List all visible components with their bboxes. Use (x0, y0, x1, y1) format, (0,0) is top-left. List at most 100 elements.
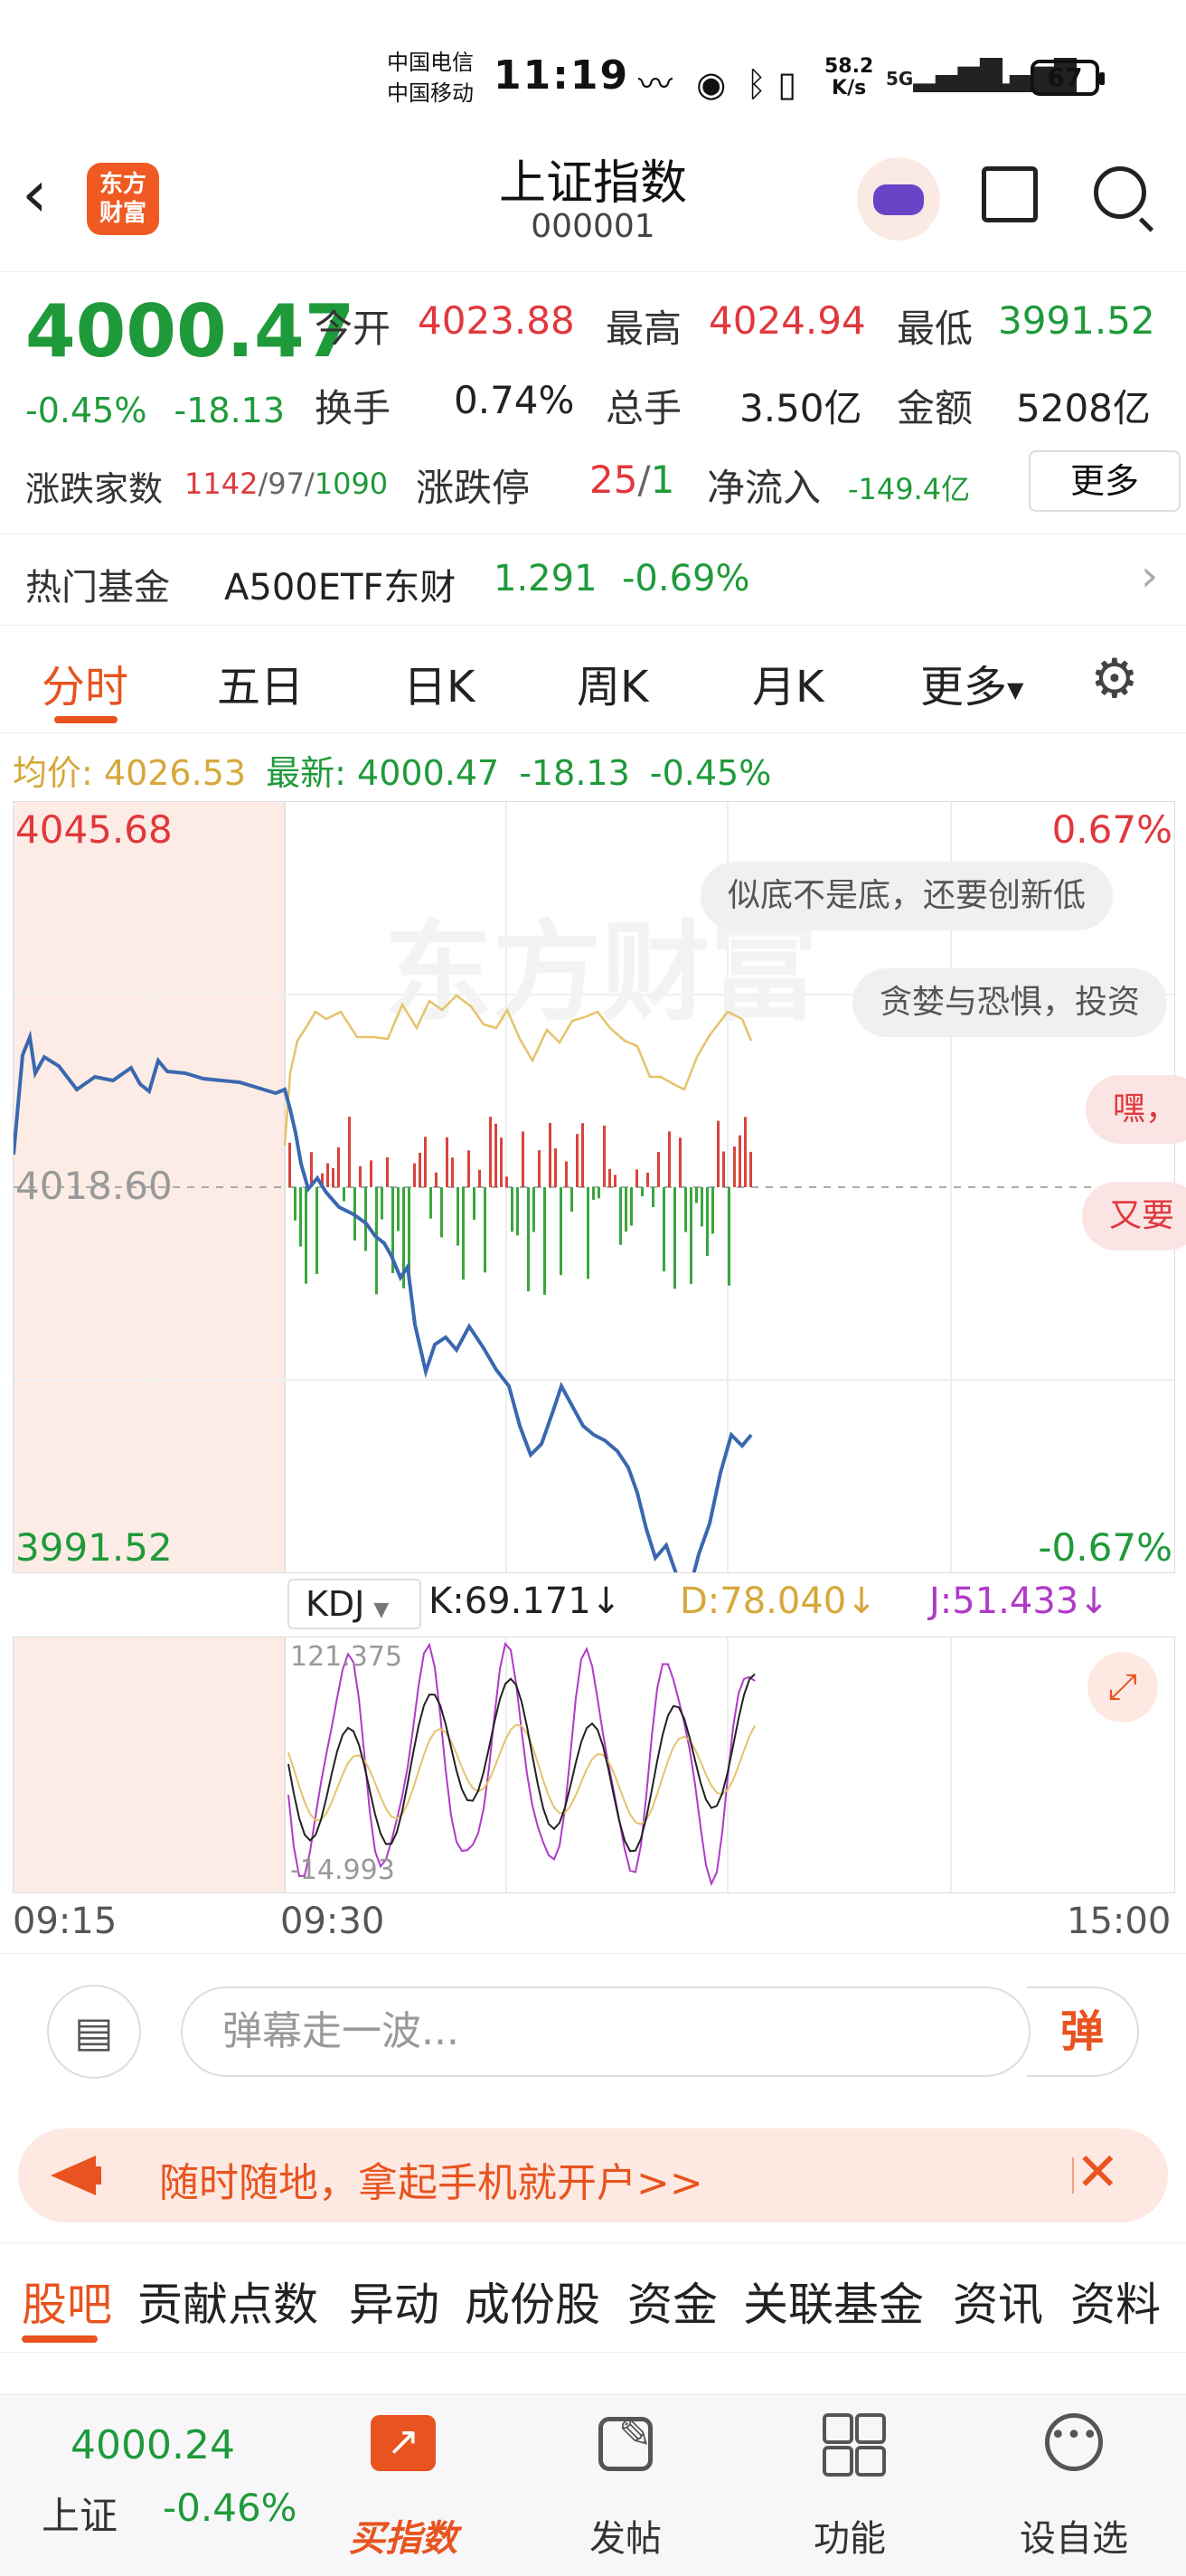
latest-value: 4000.47 (357, 753, 500, 793)
volume-bar (733, 1146, 736, 1187)
volume-bar (739, 1135, 741, 1187)
network-type-1: 5G (886, 68, 914, 90)
volume-bar (635, 1169, 638, 1187)
kdj-d-line (287, 1723, 756, 1826)
volume-bar (294, 1187, 296, 1221)
volume-bar (467, 1150, 470, 1187)
tab-anomaly[interactable]: 异动 (349, 2269, 439, 2334)
ai-assistant-icon[interactable] (857, 157, 940, 241)
advance-count: 1142 (184, 467, 259, 501)
volume-bar (462, 1187, 465, 1280)
volume-bar (429, 1187, 432, 1219)
volume-bar (641, 1187, 644, 1197)
more-quote-button[interactable]: 更多 (1029, 450, 1181, 512)
banner-text: 随时随地，拿起手机就开户>> (159, 2160, 703, 2206)
search-icon[interactable] (1094, 166, 1146, 219)
tab-capital[interactable]: 资金 (627, 2269, 718, 2334)
volume-bar (608, 1168, 611, 1187)
account-open-banner[interactable]: 随时随地，拿起手机就开户>> ✕ (18, 2128, 1168, 2222)
status-icons: 〰 ◉ ᛒ ▯ (638, 56, 796, 106)
mini-quote-price: 4000.24 (71, 2422, 235, 2468)
tab-guba[interactable]: 股吧 (22, 2269, 112, 2334)
chevron-right-icon: › (1141, 551, 1159, 601)
grid-icon (823, 2413, 853, 2444)
close-icon[interactable]: ✕ (1076, 2141, 1120, 2203)
volume-bar (343, 1187, 345, 1202)
content-tabs: 股吧 贡献点数 异动 成份股 资金 关联基金 资讯 资料 (0, 2242, 1186, 2353)
volume-bar (690, 1187, 692, 1284)
volume-bar (511, 1187, 513, 1232)
hot-fund-change: -0.69% (622, 558, 750, 599)
limit-up-count: 25 (589, 458, 638, 502)
volume-bar (527, 1187, 530, 1292)
volume-bars (288, 1117, 752, 1295)
limit-label: 涨跌停 (416, 466, 531, 510)
danmaku-bubble[interactable]: 嘿， (1086, 1075, 1186, 1144)
add-watchlist-button[interactable]: ••• 设自选 (984, 2395, 1164, 2576)
clock: 11:19 (494, 52, 630, 99)
avg-label: 均价: (13, 753, 93, 793)
tab-constituents[interactable]: 成份股 (465, 2269, 600, 2334)
post-button[interactable]: ✎ 发帖 (535, 2395, 716, 2576)
tab-intraday[interactable]: 分时 (42, 651, 128, 714)
expand-icon[interactable]: ⤢ (1087, 1652, 1158, 1722)
danmaku-input[interactable]: 弹幕走一波... (181, 1986, 1031, 2077)
volume-bar (305, 1187, 307, 1284)
change-percent: -0.45% (25, 391, 147, 430)
y-axis-mid-label: 4018.60 (15, 1164, 173, 1208)
volume-bar (722, 1151, 725, 1187)
volume-bar (701, 1187, 703, 1227)
volume-bar (603, 1125, 606, 1187)
danmaku-send-button[interactable]: 弹 (1027, 1986, 1139, 2077)
speed-value: 58.2 (824, 55, 874, 78)
volume-bar (473, 1187, 475, 1221)
danmaku-bubble[interactable]: 贪婪与恐惧，投资 (852, 968, 1168, 1037)
active-subtab-indicator (22, 2335, 98, 2343)
volume-bar (364, 1187, 367, 1251)
tab-more[interactable]: 更多▼ (920, 651, 1023, 714)
intraday-chart[interactable]: 东方财富 4045.68 4018.60 3991.52 0.67% -0.67… (13, 801, 1186, 1573)
turnover-label: 换手 (315, 386, 391, 430)
tab-weekly-k[interactable]: 周K (577, 651, 648, 714)
volume-bar (749, 1151, 752, 1187)
indicator-selector[interactable]: KDJ ▼ (287, 1579, 421, 1629)
tab-contribution[interactable]: 贡献点数 (137, 2269, 318, 2334)
kdj-chart[interactable]: 121.375 -14.993 ⤢ (13, 1637, 1175, 1893)
tab-profile[interactable]: 资料 (1070, 2269, 1161, 2334)
tab-related-funds[interactable]: 关联基金 (743, 2269, 924, 2334)
volume-bar (581, 1123, 584, 1187)
kdj-y-top-label: 121.375 (290, 1641, 403, 1673)
volume-bar (538, 1150, 541, 1187)
tab-monthly-k[interactable]: 月K (752, 651, 824, 714)
more-dots-icon: ••• (1045, 2413, 1103, 2471)
functions-button[interactable]: 功能 (759, 2395, 940, 2576)
hot-fund-name: A500ETF东财 (224, 567, 457, 609)
settings-gear-icon[interactable]: ⚙ (1090, 647, 1139, 711)
amount-value: 5208亿 (1016, 386, 1151, 430)
kdj-y-bottom-label: -14.993 (290, 1854, 395, 1886)
volume-bar (554, 1148, 557, 1187)
latest-label: 最新: (266, 753, 346, 793)
limit-down-count: 1 (650, 458, 675, 502)
volume-bar (646, 1172, 649, 1187)
tab-five-day[interactable]: 五日 (217, 651, 304, 714)
share-icon[interactable] (982, 166, 1038, 222)
tab-daily-k[interactable]: 日K (403, 651, 475, 714)
danmaku-settings-icon[interactable]: ▤ (47, 1985, 141, 2079)
bluetooth-icon: ᛒ (746, 64, 767, 104)
volume-bar (570, 1187, 573, 1212)
tab-news[interactable]: 资讯 (953, 2269, 1043, 2334)
y-axis-bottom-label: 3991.52 (15, 1525, 173, 1570)
danmaku-bubble[interactable]: 又要 (1082, 1182, 1186, 1250)
mini-quote[interactable]: 4000.24 上证 -0.46% (0, 2395, 297, 2576)
volume-bar (397, 1187, 400, 1231)
volume-bar (619, 1187, 622, 1245)
y-axis-top-label: 4045.68 (15, 807, 173, 852)
volume-bar (679, 1137, 682, 1187)
status-bar: 中国电信 中国移动 11:19 〰 ◉ ᛒ ▯ 58.2 K/s 5G▂▄▆█ … (0, 0, 1186, 145)
buy-index-button[interactable]: ↗ 买指数 (313, 2395, 494, 2576)
volume-bar (386, 1156, 389, 1187)
danmaku-bubble[interactable]: 似底不是底，还要创新低 (701, 862, 1114, 930)
pencil-icon: ✎ (618, 2411, 652, 2458)
hot-fund-row[interactable]: 热门基金 A500ETF东财 1.291 -0.69% › (0, 533, 1186, 626)
